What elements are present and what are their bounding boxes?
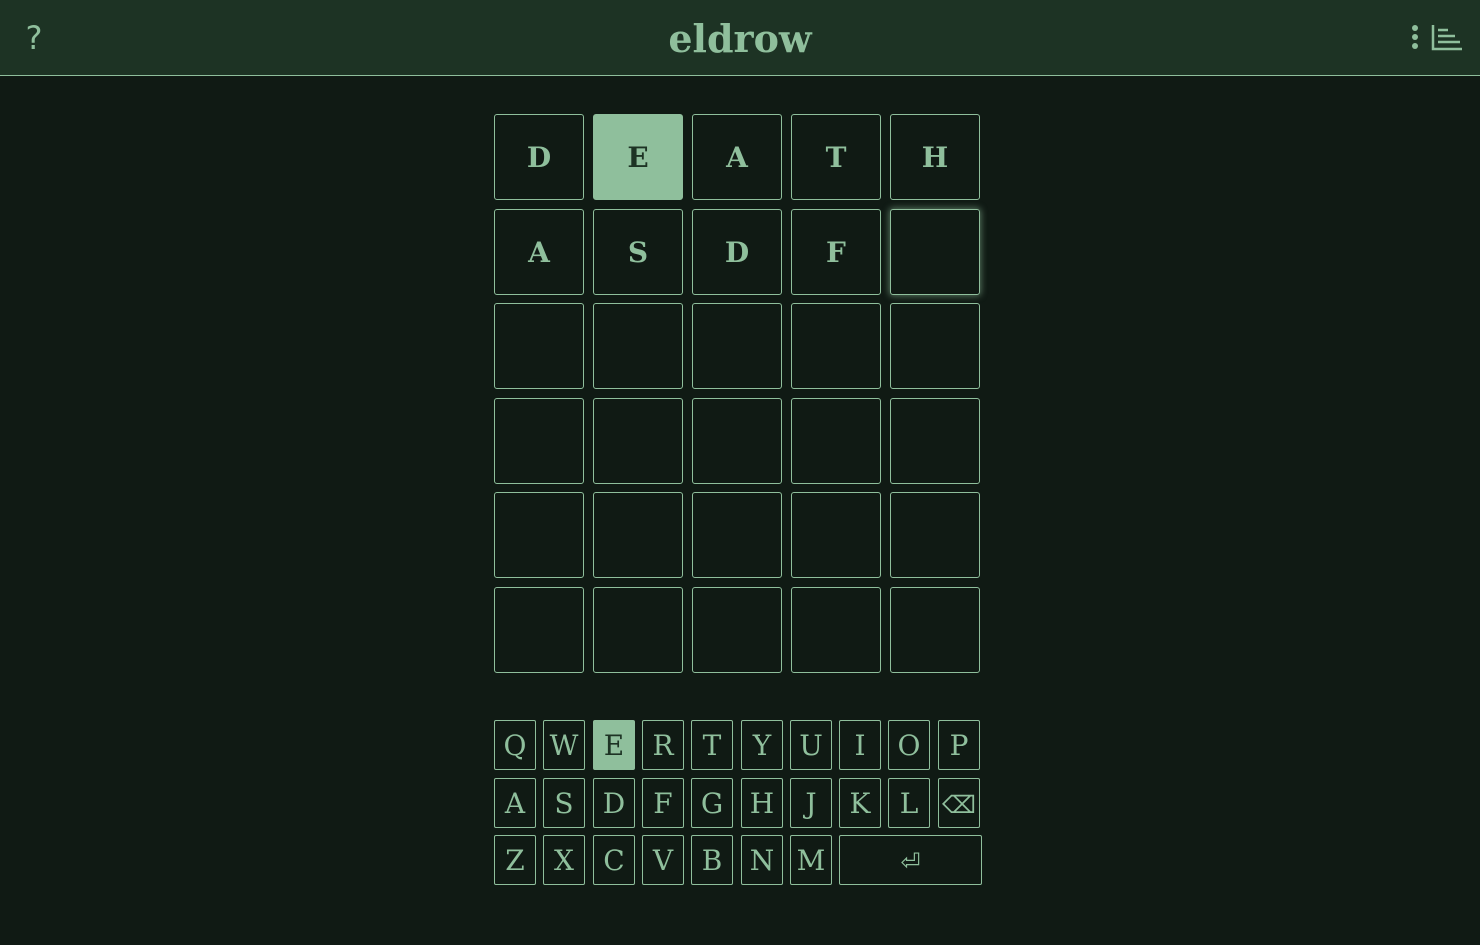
board-tile — [890, 587, 980, 673]
key-a[interactable]: A — [494, 778, 536, 828]
board-tile — [593, 398, 683, 484]
key-c[interactable]: C — [593, 835, 635, 885]
key-s[interactable]: S — [543, 778, 585, 828]
board-tile — [692, 398, 782, 484]
key-p[interactable]: P — [938, 720, 980, 770]
key-g[interactable]: G — [691, 778, 733, 828]
board-tile: S — [593, 209, 683, 295]
key-f[interactable]: F — [642, 778, 684, 828]
backspace-key[interactable]: ⌫ — [938, 778, 980, 828]
key-w[interactable]: W — [543, 720, 585, 770]
key-q[interactable]: Q — [494, 720, 536, 770]
key-x[interactable]: X — [543, 835, 585, 885]
key-n[interactable]: N — [741, 835, 783, 885]
board-tile: D — [692, 209, 782, 295]
board-tile — [494, 492, 584, 578]
key-t[interactable]: T — [691, 720, 733, 770]
board-tile: E — [593, 114, 683, 200]
board-tile — [494, 398, 584, 484]
board-tile — [692, 492, 782, 578]
board-tile — [791, 492, 881, 578]
board-tile — [593, 492, 683, 578]
enter-icon: ⏎ — [900, 848, 921, 876]
board-tile — [890, 398, 980, 484]
board-tile — [593, 303, 683, 389]
key-i[interactable]: I — [839, 720, 881, 770]
key-k[interactable]: K — [839, 778, 881, 828]
board-tile — [791, 587, 881, 673]
board-tile: T — [791, 114, 881, 200]
question-mark-icon: ? — [25, 19, 43, 57]
key-m[interactable]: M — [790, 835, 832, 885]
board-tile — [494, 303, 584, 389]
board-tile: A — [692, 114, 782, 200]
board-tile — [791, 398, 881, 484]
board-tile — [692, 587, 782, 673]
key-u[interactable]: U — [790, 720, 832, 770]
key-d[interactable]: D — [593, 778, 635, 828]
board-tile: H — [890, 114, 980, 200]
game-board: DEATHASDF — [494, 114, 982, 676]
board-tile: D — [494, 114, 584, 200]
app-title: eldrow — [668, 16, 812, 61]
header: ? eldrow — [0, 0, 1480, 76]
key-z[interactable]: Z — [494, 835, 536, 885]
board-tile — [890, 209, 980, 295]
board-tile — [890, 492, 980, 578]
board-tile — [890, 303, 980, 389]
board-tile — [692, 303, 782, 389]
stats-button[interactable] — [1428, 22, 1464, 54]
key-h[interactable]: H — [741, 778, 783, 828]
vertical-dots-icon — [1412, 25, 1418, 49]
board-tile: F — [791, 209, 881, 295]
on-screen-keyboard: Q W E R T Y U I O P A S D F G H J K L ⌫ Z X C V B N M ⏎ — [494, 720, 982, 886]
board-tile: A — [494, 209, 584, 295]
key-l[interactable]: L — [888, 778, 930, 828]
board-tile — [494, 587, 584, 673]
key-b[interactable]: B — [691, 835, 733, 885]
key-v[interactable]: V — [642, 835, 684, 885]
enter-key[interactable]: ⏎ — [839, 835, 982, 885]
board-tile — [791, 303, 881, 389]
help-button[interactable]: ? — [20, 18, 48, 58]
board-tile — [593, 587, 683, 673]
key-j[interactable]: J — [790, 778, 832, 828]
backspace-icon: ⌫ — [942, 791, 976, 819]
bar-chart-icon — [1431, 25, 1462, 51]
key-e[interactable]: E — [593, 720, 635, 770]
key-o[interactable]: O — [888, 720, 930, 770]
menu-button[interactable] — [1406, 22, 1424, 54]
key-r[interactable]: R — [642, 720, 684, 770]
key-y[interactable]: Y — [741, 720, 783, 770]
